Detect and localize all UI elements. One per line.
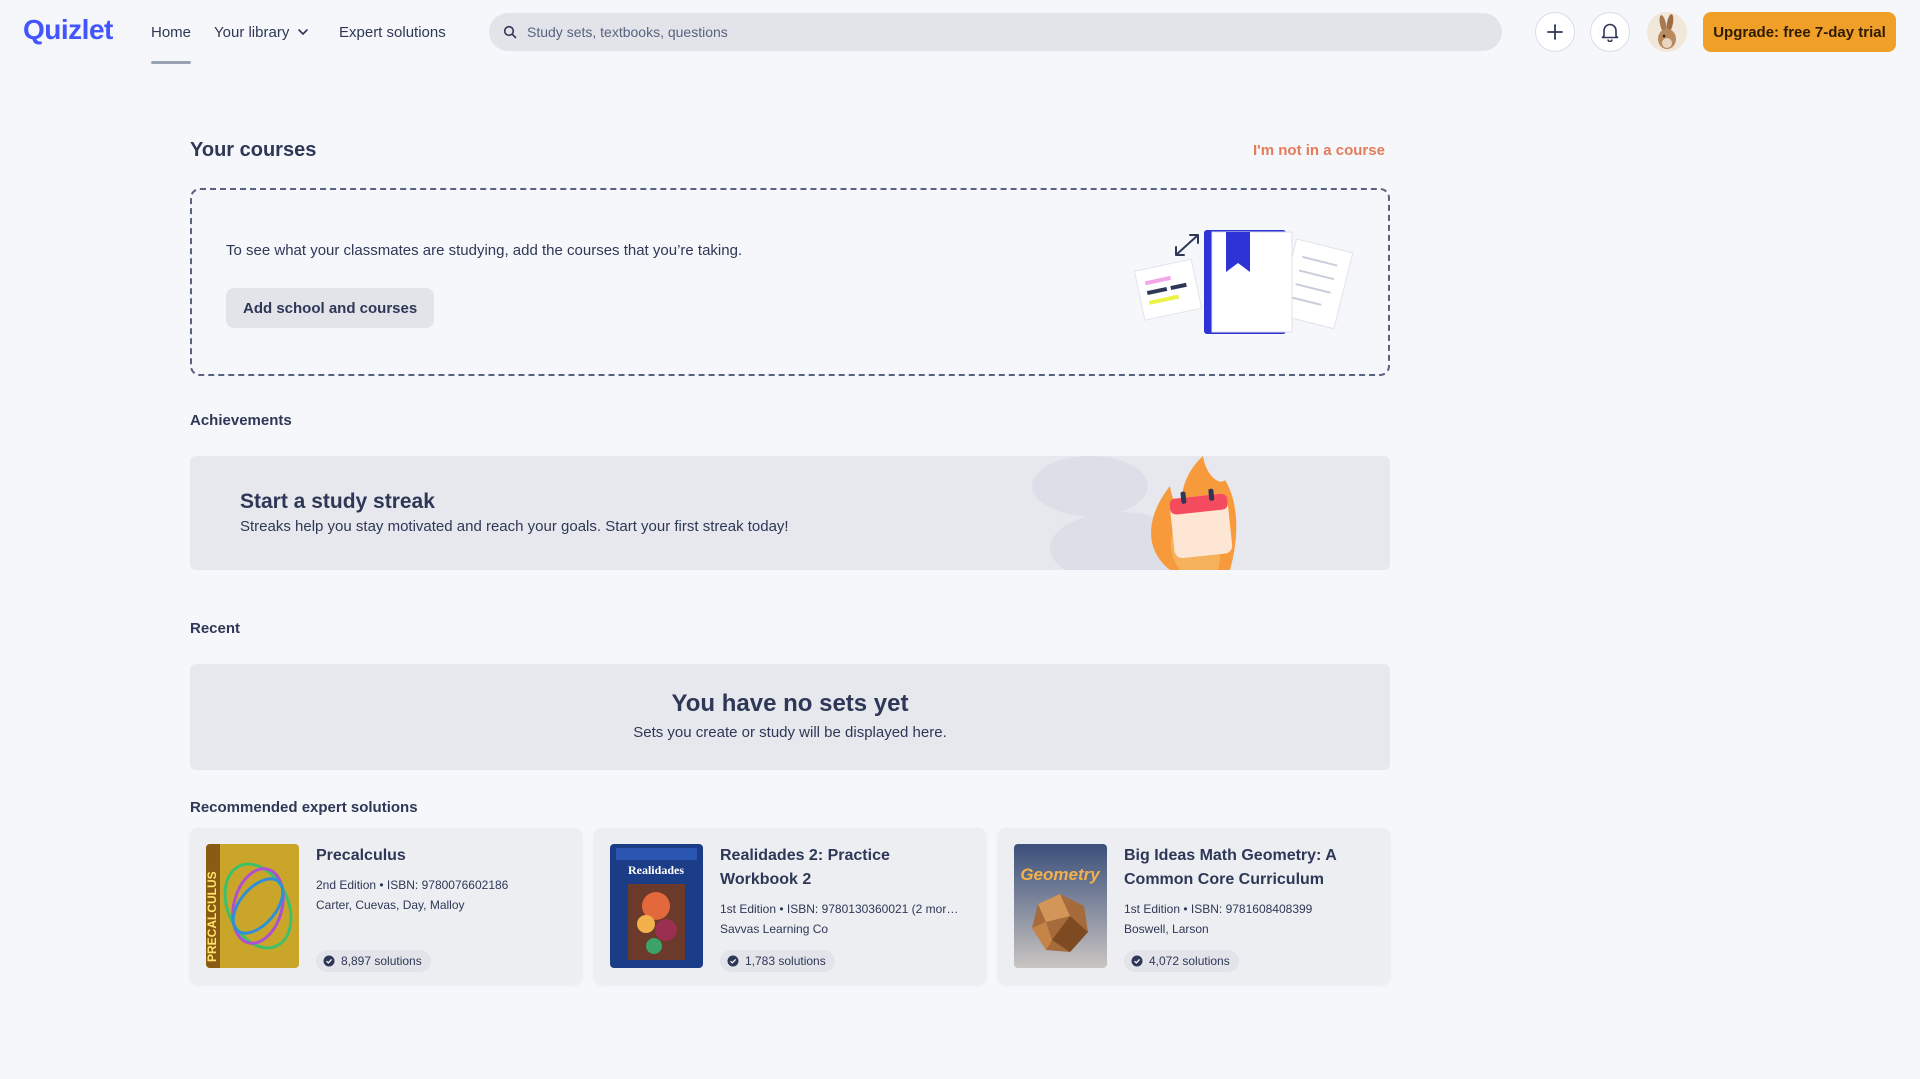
solution-edition: 1st Edition • ISBN: 9781608408399 [1124,902,1313,916]
solution-edition: 1st Edition • ISBN: 9780130360021 (2 mor… [720,902,959,916]
recent-section-title: Recent [190,620,241,637]
solution-authors: Carter, Cuevas, Day, Malloy [316,898,465,912]
realidades-cover-art: Realidades [610,844,703,968]
courses-card: To see what your classmates are studying… [190,188,1390,376]
nav-home[interactable]: Home [151,0,192,64]
solution-edition: 2nd Edition • ISBN: 9780076602186 [316,878,509,892]
nav-expert-solutions[interactable]: Expert solutions [339,0,446,64]
empty-sets-subtext: Sets you create or study will be display… [633,724,947,741]
chevron-down-icon [298,29,309,36]
active-tab-indicator [151,61,192,64]
notifications-button[interactable] [1590,12,1630,52]
precalculus-cover-art: PRECALCULUS [206,844,299,968]
courses-illustration [1133,230,1354,334]
nav-expert-label: Expert solutions [339,23,446,41]
not-in-course-link[interactable]: I'm not in a course [1253,142,1385,159]
flaming-calendar-illustration [1032,456,1237,570]
courses-section-title: Your courses [190,139,317,161]
solution-title: Big Ideas Math Geometry: A Common Core C… [1124,847,1337,888]
nav-your-library[interactable]: Your library [214,0,309,64]
avatar[interactable] [1647,12,1687,52]
svg-text:PRECALCULUS: PRECALCULUS [206,871,219,962]
empty-sets-title: You have no sets yet [671,690,909,717]
verified-icon [727,955,739,967]
solution-authors: Boswell, Larson [1124,922,1209,936]
plus-icon [1547,24,1563,40]
add-school-button[interactable]: Add school and courses [226,288,435,328]
verified-icon [1131,955,1143,967]
verified-icon [323,955,335,967]
streak-subtext: Streaks help you stay motivated and reac… [240,518,789,535]
solutions-count-badge: 1,783 solutions [720,950,835,972]
solution-authors: Savvas Learning Co [720,922,829,936]
book-cover-realidades: Realidades [610,844,703,968]
solutions-count: 8,897 solutions [341,954,422,968]
svg-text:Realidades: Realidades [628,863,684,877]
quizlet-logo[interactable]: Quizlet [23,14,113,46]
solution-card[interactable]: Realidades Realidades 2: Practice Workbo… [594,828,986,984]
empty-sets-card: You have no sets yet Sets you create or … [190,664,1390,770]
solutions-count-badge: 8,897 solutions [316,950,431,972]
rabbit-avatar-icon [1647,12,1687,52]
geometry-cover-art: Geometry [1014,844,1107,968]
solution-title: Realidades 2: Practice Workbook 2 [720,847,890,888]
achievements-section-title: Achievements [190,412,292,429]
solution-title: Precalculus [316,847,406,864]
solution-card[interactable]: Geometry Big Ideas Math Geometry: A Comm… [998,828,1390,984]
study-streak-card[interactable]: Start a study streak Streaks help you st… [190,456,1390,570]
nav-home-label: Home [151,23,192,41]
recommended-section-title: Recommended expert solutions [190,799,418,816]
solutions-count-badge: 4,072 solutions [1124,950,1239,972]
search-input[interactable] [527,24,1427,40]
solutions-count: 4,072 solutions [1149,954,1230,968]
streak-heading: Start a study streak [240,490,435,513]
bell-icon [1601,23,1619,42]
book-cover-geometry: Geometry [1014,844,1107,968]
solutions-count: 1,783 solutions [745,954,826,968]
svg-text:Geometry: Geometry [1020,865,1101,884]
create-button[interactable] [1535,12,1575,52]
upgrade-button[interactable]: Upgrade: free 7-day trial [1703,12,1896,52]
book-cover-precalculus: PRECALCULUS [206,844,299,968]
search-bar[interactable] [489,13,1502,51]
courses-prompt: To see what your classmates are studying… [226,242,743,259]
nav-library-label: Your library [214,23,290,41]
top-navigation-bar: Quizlet Home Your library Expert solutio… [0,0,1920,64]
search-icon [503,25,517,39]
solution-card[interactable]: PRECALCULUS Precalculus 2nd Edition • IS… [190,828,582,984]
